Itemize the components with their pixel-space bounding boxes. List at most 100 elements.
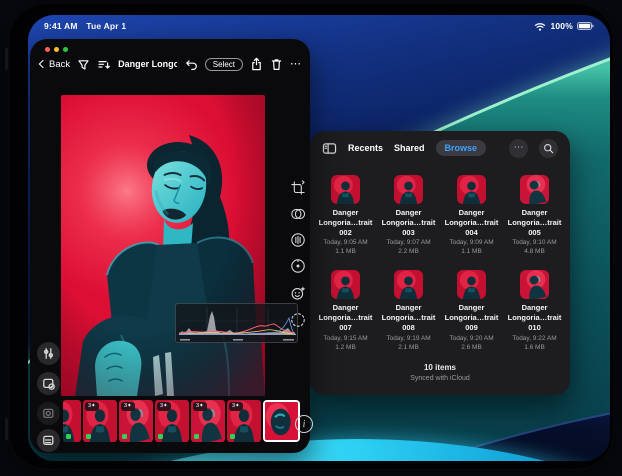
- info-button[interactable]: i: [295, 415, 313, 433]
- file-card[interactable]: DangerLongoria…trait 007 Today, 9:15 AM1…: [314, 270, 377, 351]
- file-date: Today, 9:07 AM: [377, 238, 440, 247]
- file-date: Today, 9:20 AM: [440, 334, 503, 343]
- filmstrip-thumb[interactable]: [63, 400, 81, 442]
- edited-dot: [194, 434, 199, 439]
- file-card[interactable]: DangerLongoria…trait 008 Today, 9:19 AM2…: [377, 270, 440, 351]
- battery-icon: [577, 22, 594, 30]
- close-window-icon[interactable]: [45, 47, 50, 52]
- tab-shared[interactable]: Shared: [394, 143, 425, 153]
- file-card[interactable]: DangerLongoria…trait 002 Today, 9:05 AM1…: [314, 175, 377, 256]
- file-name: Danger: [440, 303, 503, 313]
- minimize-window-icon[interactable]: [54, 47, 59, 52]
- filters-icon: [289, 205, 307, 223]
- crop-rotate-icon: [289, 179, 307, 197]
- white-balance-icon: [289, 257, 307, 275]
- file-card[interactable]: DangerLongoria…trait 005 Today, 9:10 AM4…: [503, 175, 566, 256]
- back-button[interactable]: Back: [40, 59, 70, 70]
- file-date: Today, 9:15 AM: [314, 334, 377, 343]
- edited-dot: [122, 434, 127, 439]
- file-date: Today, 9:19 AM: [377, 334, 440, 343]
- status-time-date: 9:41 AM Tue Apr 1: [44, 21, 132, 31]
- file-size: 2.6 MB: [440, 343, 503, 352]
- file-card[interactable]: DangerLongoria…trait 004 Today, 9:09 AM1…: [440, 175, 503, 256]
- filter-icon[interactable]: [77, 58, 90, 71]
- photo-editor-window: Back Danger Longo… Select: [30, 39, 310, 453]
- editor-toolbar: Back Danger Longo… Select: [40, 54, 302, 74]
- filmstrip-thumb[interactable]: 3✦: [191, 400, 225, 442]
- wifi-icon: [534, 22, 546, 31]
- file-size: 1.2 MB: [314, 343, 377, 352]
- status-date: Tue Apr 1: [86, 21, 126, 31]
- file-name-2: Longoria…trait 010: [503, 313, 566, 333]
- gallery-icon: [42, 434, 55, 447]
- select-subject-tool-button[interactable]: [287, 309, 309, 331]
- filmstrip: 3✦ 3✦ 3✦ 3✦: [63, 400, 300, 442]
- file-name-2: Longoria…trait 002: [314, 218, 377, 238]
- file-size: 2.1 MB: [377, 343, 440, 352]
- rating-badge: 3✦: [193, 402, 207, 411]
- file-name-2: Longoria…trait 008: [377, 313, 440, 333]
- share-icon[interactable]: [250, 57, 263, 71]
- white-balance-tool-button[interactable]: [287, 255, 309, 277]
- file-date: Today, 9:05 AM: [314, 238, 377, 247]
- filters-tool-button[interactable]: [287, 203, 309, 225]
- crop-tool-button[interactable]: [287, 177, 309, 199]
- photo-canvas[interactable]: [61, 95, 265, 396]
- file-thumbnail: [520, 270, 549, 299]
- status-time: 9:41 AM: [44, 21, 78, 31]
- zoom-window-icon[interactable]: [63, 47, 68, 52]
- filmstrip-thumb[interactable]: 3✦: [119, 400, 153, 442]
- volume-button: [5, 48, 8, 70]
- tab-recents[interactable]: Recents: [348, 143, 383, 153]
- screen: 9:41 AM Tue Apr 1 100%: [28, 15, 610, 461]
- edited-dot: [66, 434, 71, 439]
- files-grid: DangerLongoria…trait 002 Today, 9:05 AM1…: [310, 175, 570, 352]
- window-title: Danger Longo…: [118, 59, 177, 69]
- rating-badge: 3✦: [85, 402, 99, 411]
- select-button[interactable]: Select: [205, 58, 243, 71]
- file-thumbnail: [331, 270, 360, 299]
- file-name: Danger: [440, 208, 503, 218]
- editor-more-button[interactable]: ⋯: [290, 59, 302, 70]
- file-thumbnail: [520, 175, 549, 204]
- retouch-sparkle-icon: [289, 284, 307, 302]
- file-card[interactable]: DangerLongoria…trait 003 Today, 9:07 AM2…: [377, 175, 440, 256]
- browser-button[interactable]: [37, 429, 60, 452]
- adjust-tool-button[interactable]: [287, 229, 309, 251]
- file-thumbnail: [394, 270, 423, 299]
- file-thumbnail: [457, 270, 486, 299]
- file-size: 1.1 MB: [314, 247, 377, 256]
- file-name-2: Longoria…trait 005: [503, 218, 566, 238]
- filmstrip-thumb[interactable]: 3✦: [227, 400, 261, 442]
- file-card[interactable]: DangerLongoria…trait 010 Today, 9:22 AM1…: [503, 270, 566, 351]
- photo-settings-icon: [42, 377, 55, 390]
- file-name: Danger: [377, 303, 440, 313]
- trash-icon[interactable]: [270, 57, 283, 71]
- file-name: Danger: [503, 303, 566, 313]
- item-count: 10 items: [310, 363, 570, 372]
- info-icon: i: [303, 419, 306, 430]
- sidebar-toggle-icon[interactable]: [322, 142, 337, 155]
- file-name-2: Longoria…trait 003: [377, 218, 440, 238]
- sliders-icon: [42, 347, 55, 360]
- portrait-photo: [61, 95, 265, 396]
- file-date: Today, 9:10 AM: [503, 238, 566, 247]
- search-icon: [543, 143, 554, 154]
- status-bar: 9:41 AM Tue Apr 1 100%: [44, 20, 594, 32]
- sync-status: Synced with iCloud: [310, 375, 570, 382]
- adjustments-button[interactable]: [37, 342, 60, 365]
- file-size: 4.8 MB: [503, 247, 566, 256]
- files-more-button[interactable]: ⋯: [509, 139, 528, 158]
- filmstrip-thumb[interactable]: 3✦: [83, 400, 117, 442]
- filmstrip-thumb[interactable]: 3✦: [155, 400, 189, 442]
- undo-icon[interactable]: [184, 58, 198, 71]
- window-controls[interactable]: [45, 47, 68, 52]
- retouch-tool-button[interactable]: [287, 282, 309, 304]
- sort-icon[interactable]: [97, 58, 111, 71]
- versions-button[interactable]: [37, 402, 60, 425]
- file-card[interactable]: DangerLongoria…trait 009 Today, 9:20 AM2…: [440, 270, 503, 351]
- tab-browse[interactable]: Browse: [436, 140, 487, 156]
- files-search-button[interactable]: [539, 139, 558, 158]
- dashed-circle-icon: [289, 311, 307, 329]
- edits-badge-button[interactable]: [37, 372, 60, 395]
